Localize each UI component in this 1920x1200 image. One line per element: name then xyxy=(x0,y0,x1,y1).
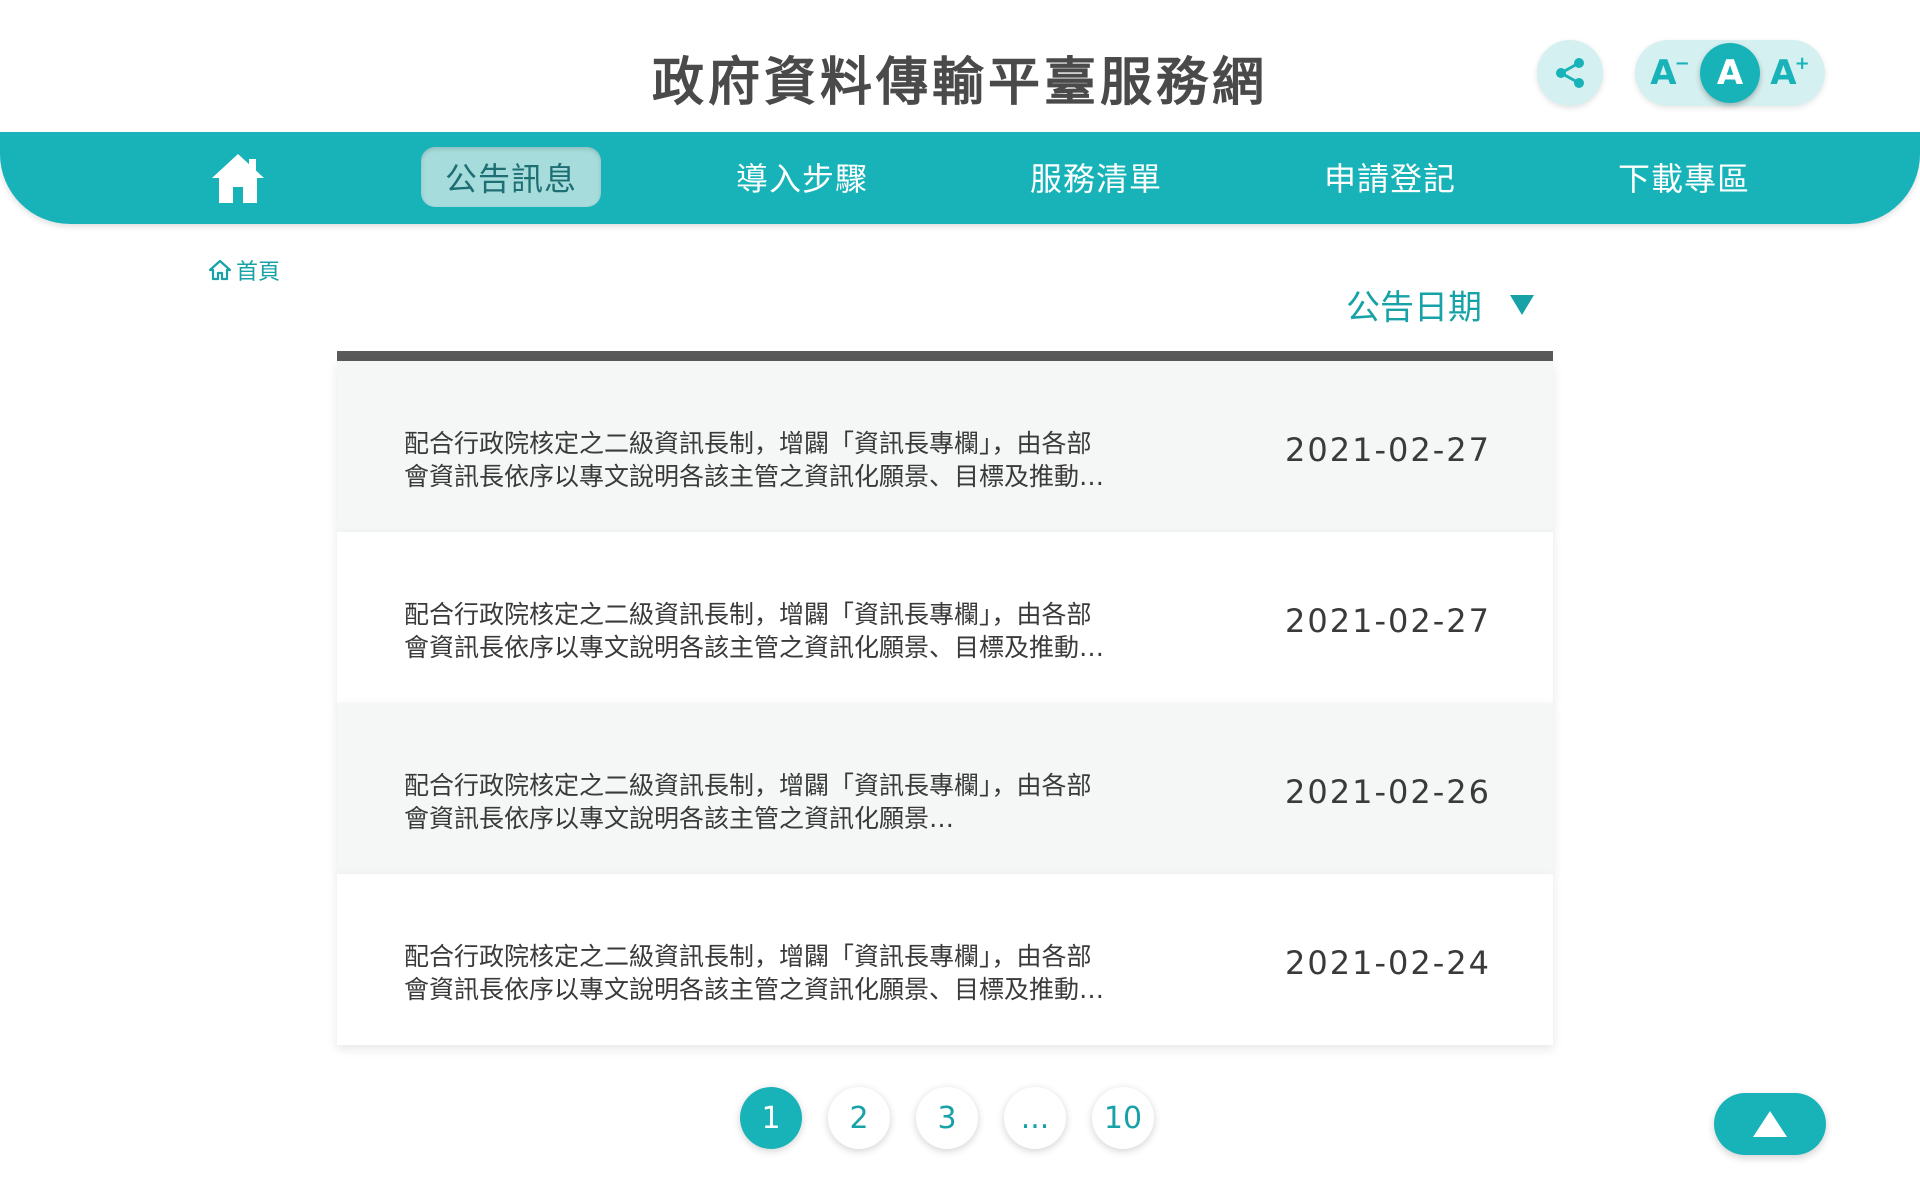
home-icon xyxy=(212,154,264,203)
announcement-date: 2021-02-27 xyxy=(1285,602,1491,640)
announcement-line: 會資訊長依序以專文說明各該主管之資訊化願景、目標及推動… xyxy=(404,975,1105,1004)
page-button-last[interactable]: 10 xyxy=(1092,1087,1154,1149)
announcement-date: 2021-02-24 xyxy=(1285,944,1491,982)
announcement-row[interactable]: 配合行政院核定之二級資訊長制，增闢「資訊長專欄」，由各部 會資訊長依序以專文說明… xyxy=(337,703,1553,874)
announcement-summary: 配合行政院核定之二級資訊長制，增闢「資訊長專欄」，由各部 會資訊長依序以專文說明… xyxy=(404,769,1224,835)
nav-tab-service-list[interactable]: 服務清單 xyxy=(1006,147,1186,207)
site-title: 政府資料傳輸平臺服務網 xyxy=(651,53,1268,113)
share-icon xyxy=(1556,58,1584,88)
announcement-line: 會資訊長依序以專文說明各該主管之資訊化願景、目標及推動… xyxy=(404,633,1105,662)
announcement-row[interactable]: 配合行政院核定之二級資訊長制，增闢「資訊長專欄」，由各部 會資訊長依序以專文說明… xyxy=(337,532,1553,703)
announcement-list: 配合行政院核定之二級資訊長制，增闢「資訊長專欄」，由各部 會資訊長依序以專文說明… xyxy=(337,351,1553,1045)
announcement-summary: 配合行政院核定之二級資訊長制，增闢「資訊長專欄」，由各部 會資訊長依序以專文說明… xyxy=(404,940,1224,1006)
font-size-small-button[interactable]: A − xyxy=(1640,43,1700,103)
announcement-line: 配合行政院核定之二級資訊長制，增闢「資訊長專欄」，由各部 xyxy=(404,600,1092,629)
announcement-line: 會資訊長依序以專文說明各該主管之資訊化願景、目標及推動… xyxy=(404,462,1105,491)
font-size-large-button[interactable]: A + xyxy=(1760,43,1820,103)
font-size-switcher: A − A A + xyxy=(1635,40,1825,106)
nav-tab-announcements[interactable]: 公告訊息 xyxy=(421,147,601,207)
announcement-line: 配合行政院核定之二級資訊長制，增闢「資訊長專欄」，由各部 xyxy=(404,771,1092,800)
announcement-date: 2021-02-27 xyxy=(1285,431,1491,469)
home-outline-icon xyxy=(208,259,232,281)
announcement-summary: 配合行政院核定之二級資訊長制，增闢「資訊長專欄」，由各部 會資訊長依序以專文說明… xyxy=(404,427,1224,493)
page-ellipsis-button[interactable]: ... xyxy=(1004,1087,1066,1149)
nav-home-button[interactable] xyxy=(208,148,268,208)
nav-tab-downloads[interactable]: 下載專區 xyxy=(1594,147,1774,207)
list-divider xyxy=(337,351,1553,361)
announcement-line: 會資訊長依序以專文說明各該主管之資訊化願景… xyxy=(404,804,955,833)
announcement-row[interactable]: 配合行政院核定之二級資訊長制，增闢「資訊長專欄」，由各部 會資訊長依序以專文說明… xyxy=(337,874,1553,1045)
nav-tab-import-steps[interactable]: 導入步驟 xyxy=(712,147,892,207)
announcement-date: 2021-02-26 xyxy=(1285,773,1491,811)
announcement-row[interactable]: 配合行政院核定之二級資訊長制，增闢「資訊長專欄」，由各部 會資訊長依序以專文說明… xyxy=(337,361,1553,532)
nav-tab-registration[interactable]: 申請登記 xyxy=(1300,147,1480,207)
announcement-line: 配合行政院核定之二級資訊長制，增闢「資訊長專欄」，由各部 xyxy=(404,429,1092,458)
pagination: 1 2 3 ... 10 xyxy=(740,1087,1154,1149)
page-button[interactable]: 3 xyxy=(916,1087,978,1149)
announcement-summary: 配合行政院核定之二級資訊長制，增闢「資訊長專欄」，由各部 會資訊長依序以專文說明… xyxy=(404,598,1224,664)
back-to-top-button[interactable] xyxy=(1714,1093,1826,1155)
arrow-up-icon xyxy=(1753,1111,1787,1137)
announcement-line: 配合行政院核定之二級資訊長制，增闢「資訊長專欄」，由各部 xyxy=(404,942,1092,971)
breadcrumb-home-link[interactable]: 首頁 xyxy=(236,254,280,286)
font-size-medium-button[interactable]: A xyxy=(1700,43,1760,103)
breadcrumb: 首頁 xyxy=(208,254,280,286)
page-button[interactable]: 2 xyxy=(828,1087,890,1149)
share-button[interactable] xyxy=(1537,40,1603,106)
sort-by-date-button[interactable]: 公告日期 xyxy=(1346,280,1534,329)
page-button-current[interactable]: 1 xyxy=(740,1087,802,1149)
triangle-down-icon xyxy=(1510,294,1534,315)
main-nav: 公告訊息 導入步驟 服務清單 申請登記 下載專區 xyxy=(0,132,1920,224)
sort-label: 公告日期 xyxy=(1346,288,1482,328)
